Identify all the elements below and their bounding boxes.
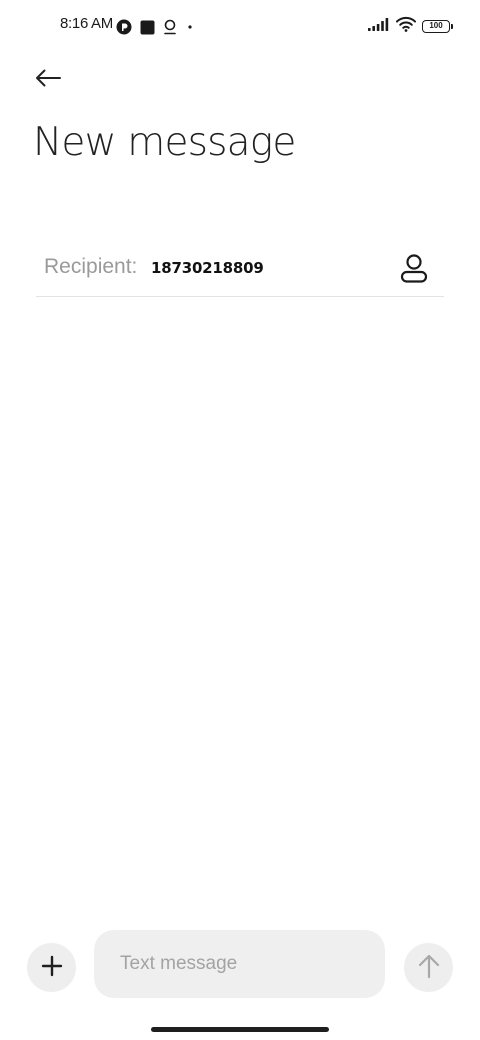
app-notification-icon xyxy=(116,19,132,35)
plus-icon xyxy=(41,955,63,981)
wifi-icon xyxy=(396,16,416,36)
arrow-left-icon xyxy=(34,68,62,92)
add-attachment-button[interactable] xyxy=(27,943,76,992)
location-notification-icon xyxy=(163,19,177,35)
signal-icon xyxy=(368,17,390,36)
square-notification-icon xyxy=(140,20,155,35)
battery-icon: 100 xyxy=(422,19,453,33)
status-time: 8:16 AM xyxy=(60,15,113,32)
system-status-icons: 100 xyxy=(368,16,453,36)
home-indicator[interactable] xyxy=(151,1027,329,1032)
recipient-input[interactable]: 18730218809 xyxy=(151,259,264,277)
person-icon xyxy=(400,253,428,287)
back-button[interactable] xyxy=(26,60,70,100)
arrow-up-icon xyxy=(417,953,441,983)
notification-icons xyxy=(116,18,195,36)
battery-level: 100 xyxy=(429,21,443,30)
status-bar: 8:16 AM 100 xyxy=(0,0,480,54)
recipient-row[interactable]: Recipient: 18730218809 xyxy=(36,240,444,297)
more-notifications-dot-icon xyxy=(185,22,195,32)
contact-picker-button[interactable] xyxy=(396,250,432,290)
page-title: New message xyxy=(33,120,296,165)
message-input[interactable] xyxy=(94,930,385,998)
new-message-screen: 8:16 AM 100 New message Recipient: 18730… xyxy=(0,0,480,1040)
recipient-label: Recipient: xyxy=(44,255,138,278)
send-button[interactable] xyxy=(404,943,453,992)
